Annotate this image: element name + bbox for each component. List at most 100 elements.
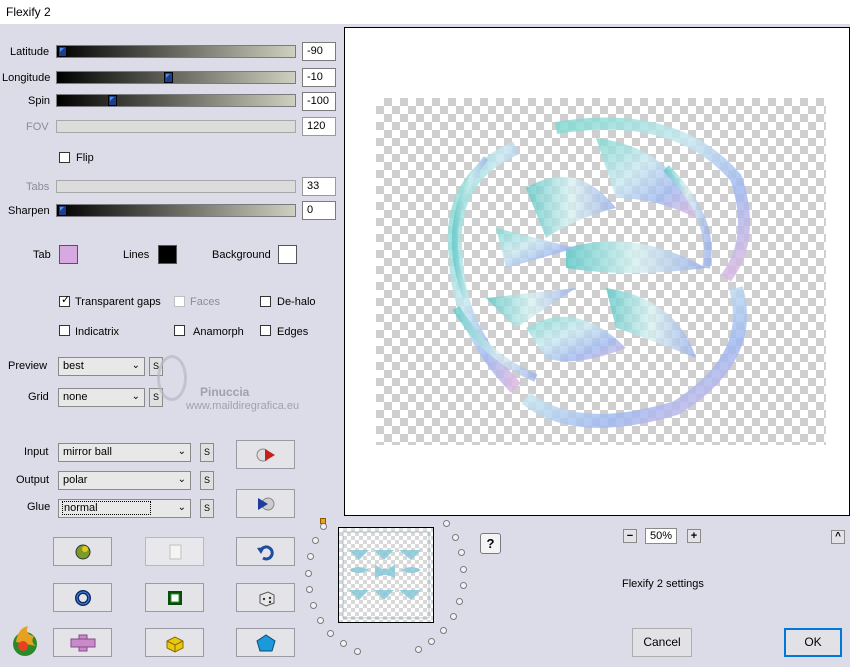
pentagon-gem-icon — [255, 633, 276, 651]
zoom-in-button[interactable]: + — [687, 529, 701, 543]
document-icon — [169, 544, 181, 559]
de-halo-label: De-halo — [277, 296, 316, 308]
output-select-value: polar — [63, 474, 88, 486]
fov-slider — [56, 120, 296, 133]
cube-button[interactable] — [145, 628, 204, 657]
longitude-slider[interactable] — [56, 71, 296, 84]
lines-color-label: Lines — [123, 249, 150, 261]
input-label: Input — [24, 446, 49, 458]
flip-checkbox[interactable] — [59, 152, 70, 163]
fov-value: 120 — [302, 117, 336, 136]
glue-s-button[interactable]: S — [200, 499, 214, 518]
window-title: Flexify 2 — [6, 5, 51, 19]
lines-color-swatch[interactable] — [158, 245, 177, 264]
faces-label: Faces — [190, 296, 220, 308]
frame-icon — [167, 590, 182, 605]
spin-value[interactable]: -100 — [302, 92, 336, 111]
settings-label: Flexify 2 settings — [622, 578, 704, 590]
tab-color-label: Tab — [33, 249, 51, 261]
flexified-image — [447, 117, 750, 428]
navigator-dot — [305, 586, 313, 594]
indicatrix-label: Indicatrix — [75, 326, 120, 338]
spin-thumb[interactable] — [107, 95, 117, 106]
output-label: Output — [16, 474, 50, 486]
navigator-dot — [451, 533, 459, 541]
preview-select[interactable]: best ⌄ — [58, 357, 145, 376]
grid-label: Grid — [28, 391, 49, 403]
latitude-thumb[interactable] — [58, 46, 67, 57]
input-select[interactable]: mirror ball ⌄ — [58, 443, 191, 462]
undo-button[interactable] — [236, 537, 295, 566]
navigator-dot — [428, 637, 436, 645]
dice-icon — [259, 590, 274, 607]
navigator-dot — [353, 647, 361, 655]
play-blue-icon — [257, 497, 274, 510]
tab-color-swatch[interactable] — [59, 245, 78, 264]
ok-button[interactable]: OK — [784, 628, 842, 657]
random-button[interactable] — [236, 440, 295, 469]
cube-icon — [166, 635, 183, 653]
transparent-gaps-label: Transparent gaps — [75, 296, 161, 308]
sharpen-label: Sharpen — [8, 205, 50, 217]
frame-button[interactable] — [145, 583, 204, 612]
navigator-dot — [310, 602, 318, 610]
navigator-dot — [459, 582, 467, 590]
collapse-button[interactable]: ^ — [831, 530, 845, 544]
chevron-down-icon: ⌄ — [177, 446, 186, 457]
navigator-dot — [327, 629, 335, 637]
sharpen-slider[interactable] — [56, 204, 296, 217]
sharpen-value[interactable]: 0 — [302, 201, 336, 220]
preview-canvas[interactable] — [376, 98, 826, 445]
input-s-button[interactable]: S — [200, 443, 214, 462]
spin-slider[interactable] — [56, 94, 296, 107]
latitude-value[interactable]: -90 — [302, 42, 336, 61]
gem-button[interactable] — [236, 628, 295, 657]
grid-select-value: none — [63, 391, 88, 403]
fov-label: FOV — [26, 121, 49, 133]
edges-label: Edges — [277, 326, 309, 338]
background-color-swatch[interactable] — [278, 245, 297, 264]
flip-label: Flip — [76, 152, 94, 164]
flame-globe-icon — [13, 626, 37, 656]
navigator-dot — [311, 537, 319, 545]
help-button[interactable]: ? — [480, 533, 501, 554]
output-s-button[interactable]: S — [200, 471, 214, 490]
navigator-dot — [443, 519, 451, 527]
chevron-down-icon: ⌄ — [131, 391, 140, 402]
anamorph-checkbox[interactable] — [174, 325, 185, 336]
zoom-out-button[interactable]: − — [623, 529, 637, 543]
ring-button[interactable] — [53, 583, 112, 612]
latitude-slider[interactable] — [56, 45, 296, 58]
preview-label: Preview — [8, 360, 48, 372]
latitude-label: Latitude — [10, 46, 50, 58]
de-halo-checkbox[interactable] — [260, 296, 271, 307]
longitude-value[interactable]: -10 — [302, 68, 336, 87]
cancel-button[interactable]: Cancel — [632, 628, 692, 657]
cross-button[interactable] — [53, 628, 112, 657]
watermark-site: www.maildiregrafica.eu — [186, 400, 300, 412]
background-color-label: Background — [212, 249, 271, 261]
navigator-dot — [414, 646, 422, 654]
output-select[interactable]: polar ⌄ — [58, 471, 191, 490]
edges-checkbox[interactable] — [260, 325, 271, 336]
navigator-dot — [306, 553, 314, 561]
thumbnail-pattern-icon — [342, 531, 430, 619]
longitude-thumb[interactable] — [164, 72, 174, 83]
ring-icon — [74, 589, 91, 606]
open-preset-button[interactable] — [53, 537, 112, 566]
indicatrix-checkbox[interactable] — [59, 325, 70, 336]
chevron-down-icon: ⌄ — [131, 360, 140, 371]
apply-button[interactable] — [236, 489, 295, 518]
globe-folder-icon — [75, 544, 90, 559]
sharpen-thumb[interactable] — [58, 205, 67, 216]
navigator-dot — [339, 640, 347, 648]
check-icon: ✓ — [61, 294, 71, 306]
glue-select[interactable]: normal ⌄ — [58, 499, 191, 518]
transparent-gaps-checkbox[interactable]: ✓ — [59, 294, 71, 307]
navigator-dot — [449, 613, 457, 621]
grid-select[interactable]: none ⌄ — [58, 388, 145, 407]
dice-button[interactable] — [236, 583, 295, 612]
longitude-label: Longitude — [2, 72, 51, 84]
navigator-thumbnail[interactable] — [338, 527, 434, 623]
preview-select-value: best — [63, 360, 84, 372]
